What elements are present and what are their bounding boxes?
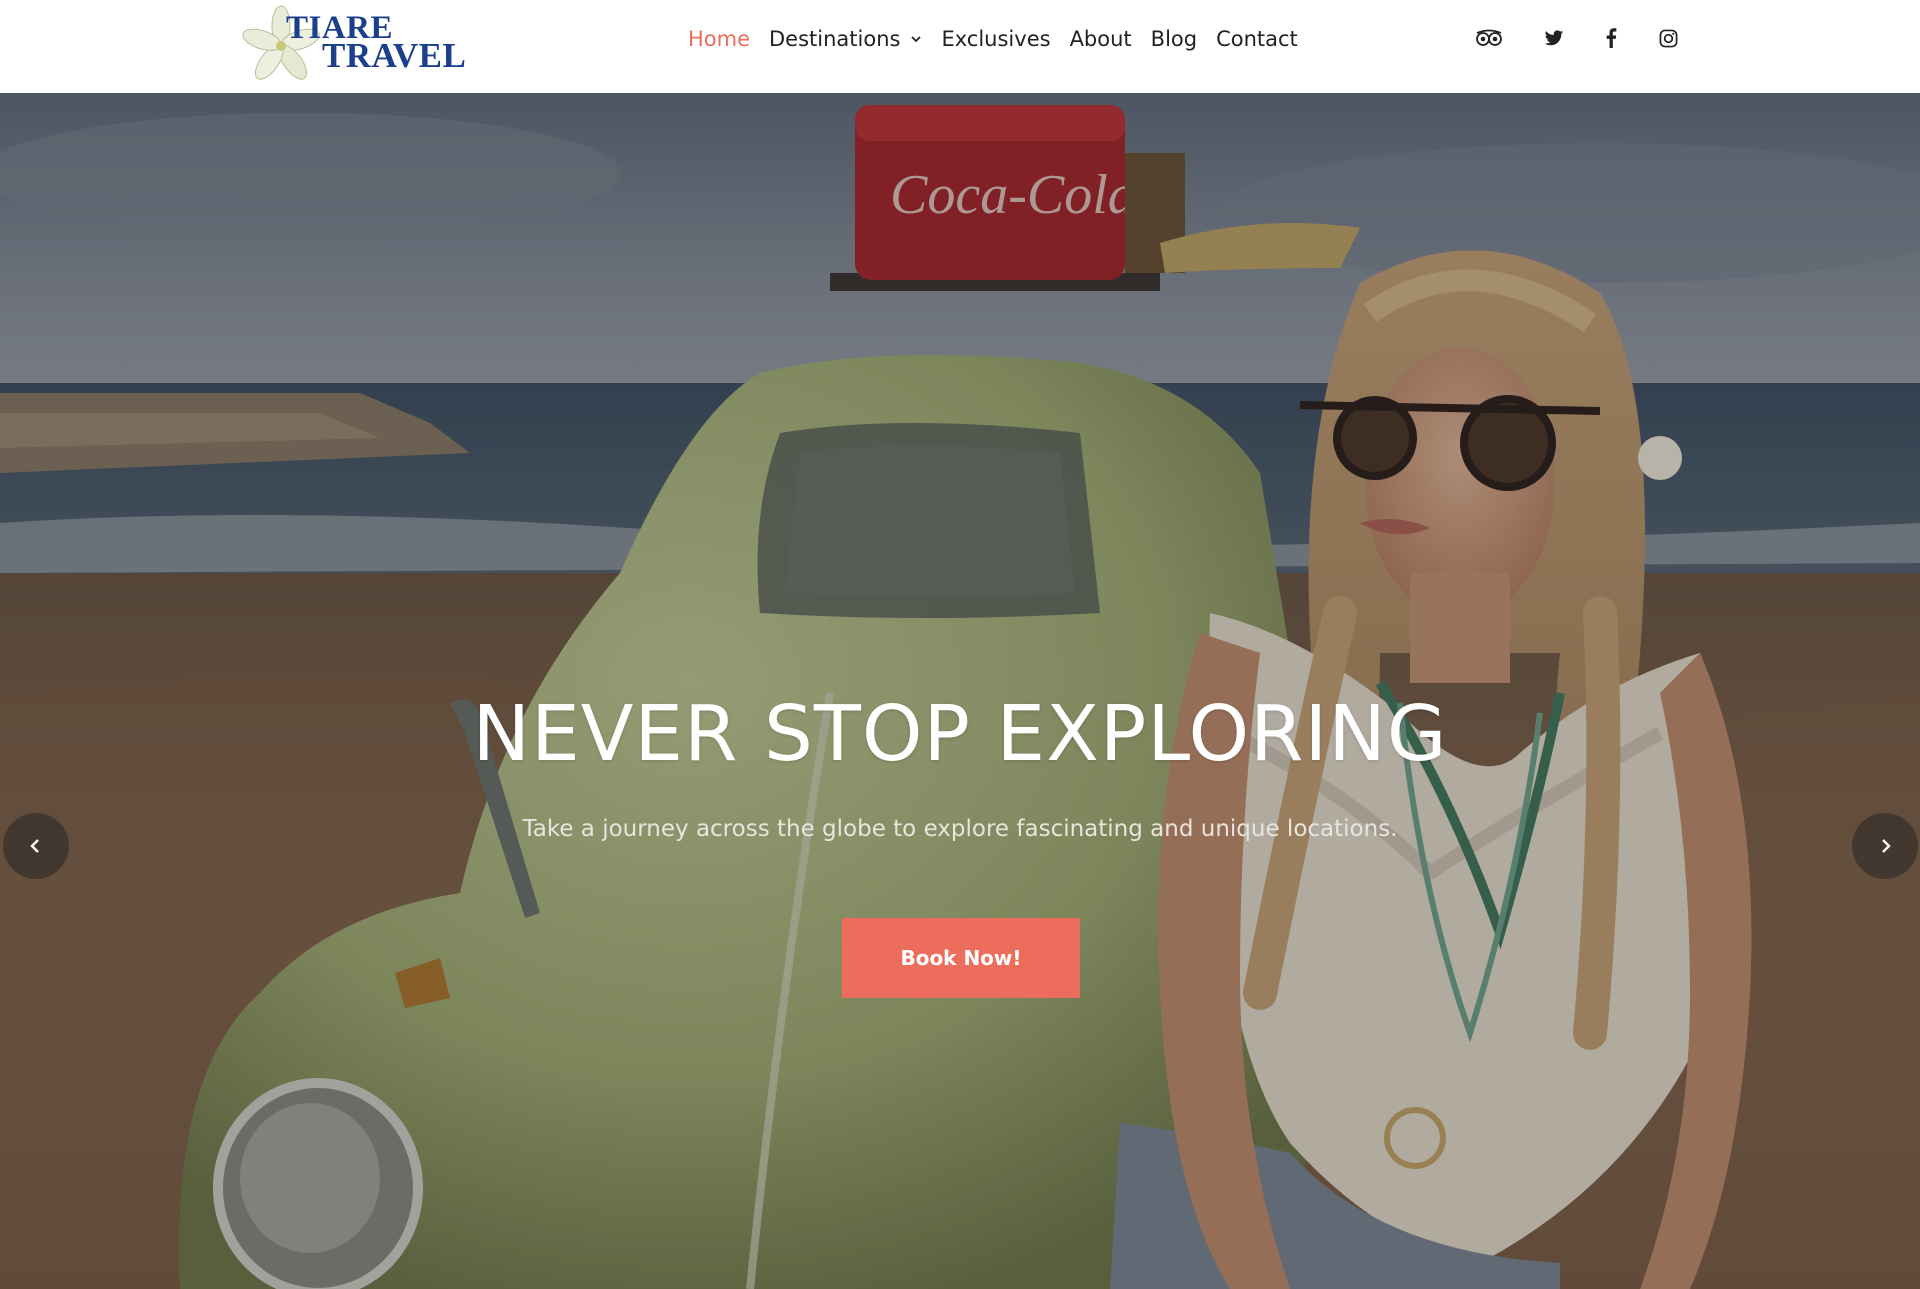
book-now-button[interactable]: Book Now! bbox=[842, 918, 1080, 998]
tripadvisor-icon[interactable] bbox=[1475, 24, 1503, 52]
twitter-icon[interactable] bbox=[1540, 24, 1568, 52]
chevron-left-icon bbox=[30, 839, 39, 853]
slider-next-button[interactable] bbox=[1852, 813, 1918, 879]
slider-prev-button[interactable] bbox=[3, 813, 69, 879]
site-header: TIARE TRAVEL Home Destinations Exclusive… bbox=[0, 0, 1920, 93]
hero-slider: Coca-Cola NEVER STOP EXPLORING Take a jo… bbox=[0, 93, 1920, 1289]
chevron-right-icon bbox=[1882, 839, 1891, 853]
hero-title: NEVER STOP EXPLORING bbox=[472, 690, 1448, 779]
facebook-icon[interactable] bbox=[1597, 24, 1625, 52]
instagram-icon[interactable] bbox=[1654, 24, 1682, 52]
hero-subtitle: Take a journey across the globe to explo… bbox=[522, 816, 1398, 842]
social-links bbox=[0, 24, 1920, 52]
